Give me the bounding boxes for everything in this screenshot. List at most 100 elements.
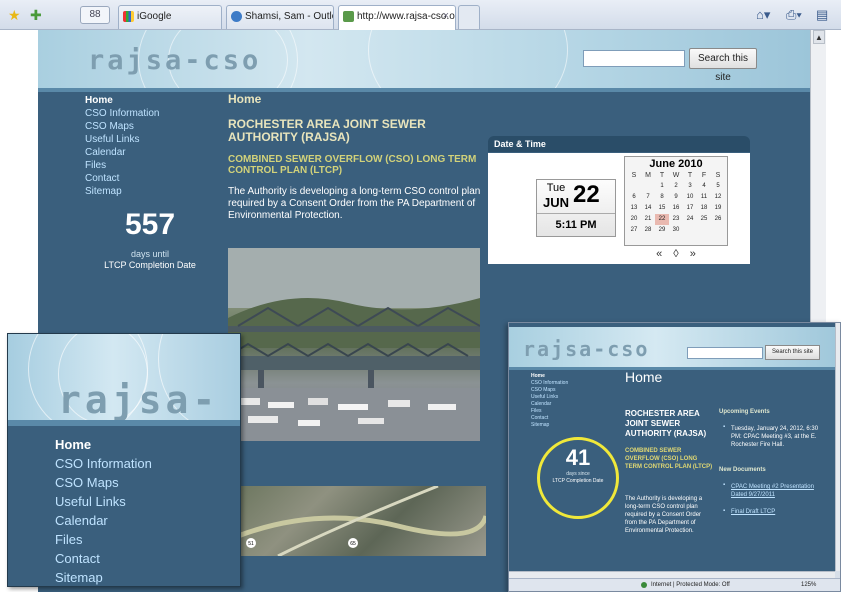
new-documents-title: New Documents <box>719 467 766 473</box>
w2-nav-useful-links[interactable]: Useful Links <box>531 394 568 401</box>
calendar-day[interactable]: 3 <box>683 181 697 192</box>
w2-nav-cso-information[interactable]: CSO Information <box>531 380 568 387</box>
w2-nav-files[interactable]: Files <box>531 408 568 415</box>
home-icon[interactable]: ⌂▾ <box>756 7 770 23</box>
event-item: Tuesday, January 24, 2012, 6:30 PM: CPAC… <box>731 426 819 448</box>
w2-intro-paragraph: The Authority is developing a long-term … <box>625 496 703 534</box>
w2-band <box>509 367 835 370</box>
nav-item-home[interactable]: Home <box>85 94 159 107</box>
calendar-day[interactable]: 11 <box>697 192 711 203</box>
calendar-day[interactable]: 30 <box>669 225 683 236</box>
w2-nav-cso-maps[interactable]: CSO Maps <box>531 387 568 394</box>
add-favorite-icon[interactable]: ✚ <box>30 7 42 24</box>
calendar-day[interactable]: 13 <box>627 203 641 214</box>
calendar-day[interactable]: 7 <box>641 192 655 203</box>
nav-item-calendar[interactable]: Calendar <box>85 146 159 159</box>
calendar-day[interactable]: 10 <box>683 192 697 203</box>
calendar-day[interactable]: 4 <box>697 181 711 192</box>
zoom-nav-calendar[interactable]: Calendar <box>55 511 152 530</box>
w2-search-input[interactable] <box>687 347 763 359</box>
w2-main-heading: ROCHESTER AREA JOINT SEWER AUTHORITY (RA… <box>625 409 707 438</box>
tab-outlook[interactable]: Shamsi, Sam - Outlook Web ... <box>226 5 334 29</box>
site-logo[interactable]: rajsa-cso <box>88 45 261 76</box>
print-icon[interactable]: ⎙▾ <box>786 7 802 23</box>
countdown-sub: days until <box>130 249 170 259</box>
calendar-day[interactable]: 25 <box>697 214 711 225</box>
search-input[interactable] <box>583 50 685 67</box>
calendar-day[interactable]: 24 <box>683 214 697 225</box>
clock-day: 22 <box>573 181 600 208</box>
zoom-nav-useful-links[interactable]: Useful Links <box>55 492 152 511</box>
w2-horizontal-scrollbar[interactable] <box>509 571 835 578</box>
calendar-day[interactable]: 14 <box>641 203 655 214</box>
calendar-nav[interactable]: « ◊ » <box>638 248 718 260</box>
w2-logo[interactable]: rajsa-cso <box>523 337 649 361</box>
calendar-day[interactable]: 28 <box>641 225 655 236</box>
w2-search-button[interactable]: Search this site <box>765 345 820 360</box>
nav-item-contact[interactable]: Contact <box>85 172 159 185</box>
calendar-day[interactable]: 5 <box>711 181 725 192</box>
calendar-day[interactable]: 1 <box>655 181 669 192</box>
nav-item-cso-information[interactable]: CSO Information <box>85 107 159 120</box>
calendar-day[interactable]: 17 <box>683 203 697 214</box>
calendar-day[interactable]: 18 <box>697 203 711 214</box>
photo-illustration <box>228 248 480 441</box>
zoom-nav-files[interactable]: Files <box>55 530 152 549</box>
calendar-weekday: M <box>645 172 651 179</box>
calendar-weekday: S <box>631 172 637 179</box>
favorites-star-icon[interactable]: ★ <box>8 7 21 24</box>
w2-vertical-scrollbar[interactable] <box>835 323 840 571</box>
tab-label: Shamsi, Sam - Outlook Web ... <box>245 11 333 22</box>
calendar-day[interactable]: 9 <box>669 192 683 203</box>
site-header: rajsa-cso Search this site <box>38 30 810 88</box>
quick-tabs-button[interactable]: 88 <box>80 6 110 24</box>
zoom-nav-contact[interactable]: Contact <box>55 549 152 568</box>
nav-item-useful-links[interactable]: Useful Links <box>85 133 159 146</box>
calendar-week: 13 14 15 16 17 18 19 <box>627 203 727 214</box>
browser-tab-bar: ★ ✚ 88 iGoogle Shamsi, Sam - Outlook Web… <box>0 0 841 30</box>
header-swirl <box>368 30 568 88</box>
document-link[interactable]: Final Draft LTCP <box>731 509 823 515</box>
calendar-day[interactable]: 21 <box>641 214 655 225</box>
w2-nav-contact[interactable]: Contact <box>531 415 568 422</box>
zoom-level[interactable]: 125% <box>801 582 816 588</box>
nav-item-sitemap[interactable]: Sitemap <box>85 185 159 198</box>
calendar-day[interactable]: 12 <box>711 192 725 203</box>
calendar-day[interactable]: 19 <box>711 203 725 214</box>
tab-label: http://www.rajsa-cso.org/ <box>357 11 456 22</box>
calendar-day[interactable]: 29 <box>655 225 669 236</box>
calendar-day[interactable]: 20 <box>627 214 641 225</box>
intro-paragraph: The Authority is developing a long-term … <box>228 186 481 221</box>
calendar-day[interactable]: 6 <box>627 192 641 203</box>
w2-nav-home[interactable]: Home <box>531 373 568 380</box>
second-browser-window: rajsa-cso Search this site Home CSO Info… <box>508 322 841 592</box>
page-icon[interactable]: ▤ <box>816 7 828 23</box>
zoom-nav-home[interactable]: Home <box>55 435 152 454</box>
new-tab-button[interactable] <box>458 5 480 29</box>
w2-nav-sitemap[interactable]: Sitemap <box>531 422 568 429</box>
calendar-day[interactable]: 23 <box>669 214 683 225</box>
calendar-day[interactable]: 8 <box>655 192 669 203</box>
zoomed-header: rajsa-cso <box>8 334 240 420</box>
calendar-day[interactable]: 16 <box>669 203 683 214</box>
zoom-nav-cso-information[interactable]: CSO Information <box>55 454 152 473</box>
tab-igoogle[interactable]: iGoogle <box>118 5 222 29</box>
calendar-day[interactable]: 15 <box>655 203 669 214</box>
calendar-day[interactable]: 22 <box>655 214 669 225</box>
close-tab-icon[interactable]: × <box>443 10 449 22</box>
search-button[interactable]: Search this site <box>689 48 757 83</box>
document-link[interactable]: CPAC Meeting #2 Presentation Dated 9/27/… <box>731 483 823 499</box>
w2-countdown-label: LTCP Completion Date <box>552 478 604 484</box>
scroll-up-icon[interactable]: ▲ <box>813 30 825 44</box>
calendar-day[interactable]: 27 <box>627 225 641 236</box>
calendar-day[interactable]: 2 <box>669 181 683 192</box>
zoom-nav-cso-maps[interactable]: CSO Maps <box>55 473 152 492</box>
calendar-day[interactable]: 26 <box>711 214 725 225</box>
w2-status-bar: Internet | Protected Mode: Off 125% <box>509 578 840 591</box>
w2-nav-calendar[interactable]: Calendar <box>531 401 568 408</box>
zoom-nav-sitemap[interactable]: Sitemap <box>55 568 152 586</box>
nav-item-files[interactable]: Files <box>85 159 159 172</box>
calendar-week: 27 28 29 30 <box>627 225 727 236</box>
nav-item-cso-maps[interactable]: CSO Maps <box>85 120 159 133</box>
tab-rajsa[interactable]: http://www.rajsa-cso.org/ × <box>338 5 456 30</box>
